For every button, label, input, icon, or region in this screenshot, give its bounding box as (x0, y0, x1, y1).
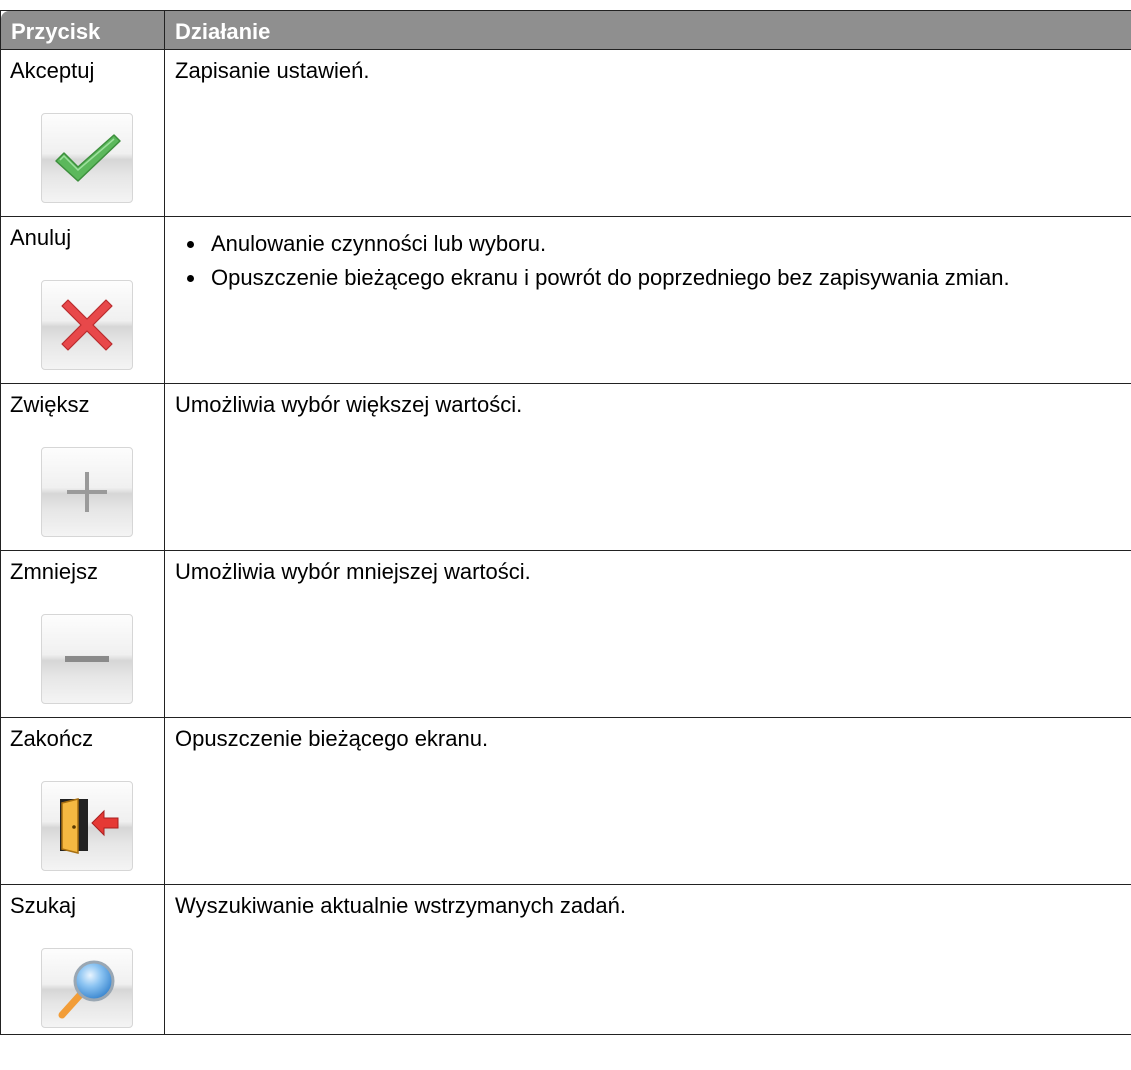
plus-icon (67, 472, 107, 512)
button-cell: Akceptuj (0, 49, 165, 217)
action-cell: Wyszukiwanie aktualnie wstrzymanych zada… (164, 884, 1131, 1035)
button-label: Akceptuj (10, 58, 95, 83)
cancel-x-icon (61, 299, 113, 351)
list-item: Opuszczenie bieżącego ekranu i powrót do… (183, 265, 1131, 291)
action-description: Zapisanie ustawień. (175, 58, 370, 83)
action-description: Umożliwia wybór mniejszej wartości. (175, 559, 531, 584)
table-row: Anuluj Anulowanie czynności lub wyboru. … (0, 216, 1131, 384)
table-row: Zakończ Opuszczenie bieżącego ekranu. (0, 717, 1131, 885)
button-label: Zakończ (10, 726, 94, 751)
table-row: Zmniejsz Umożliwia wybór mniejszej warto… (0, 550, 1131, 718)
action-description: Wyszukiwanie aktualnie wstrzymanych zada… (175, 893, 626, 918)
button-label: Zmniejsz (10, 559, 99, 584)
button-cell: Anuluj (0, 216, 165, 384)
button-label: Zwiększ (10, 392, 90, 417)
increase-button[interactable] (41, 447, 133, 537)
button-label: Anuluj (10, 225, 72, 250)
cancel-button[interactable] (41, 280, 133, 370)
minus-icon (65, 656, 109, 662)
table-row: Szukaj Wyszukiwanie aktualnie wstrzymany… (0, 884, 1131, 1035)
accept-button[interactable] (41, 113, 133, 203)
exit-door-icon (60, 798, 119, 854)
action-description: Opuszczenie bieżącego ekranu. (175, 726, 489, 751)
action-cell: Anulowanie czynności lub wyboru. Opuszcz… (164, 216, 1131, 384)
magnifier-icon (58, 960, 115, 1019)
button-cell: Zmniejsz (0, 550, 165, 718)
action-cell: Opuszczenie bieżącego ekranu. (164, 717, 1131, 885)
header-button: Przycisk (0, 10, 165, 50)
action-description: Umożliwia wybór większej wartości. (175, 392, 523, 417)
button-cell: Szukaj (0, 884, 165, 1035)
action-cell: Umożliwia wybór mniejszej wartości. (164, 550, 1131, 718)
action-bullet-list: Anulowanie czynności lub wyboru. Opuszcz… (175, 231, 1131, 291)
list-item: Anulowanie czynności lub wyboru. (183, 231, 1131, 257)
header-action: Działanie (164, 10, 1131, 50)
button-reference-table: Przycisk Działanie Akceptuj Zapisanie us… (0, 10, 1131, 1035)
exit-button[interactable] (41, 781, 133, 871)
search-button[interactable] (41, 948, 133, 1028)
table-header-row: Przycisk Działanie (0, 10, 1131, 50)
action-cell: Umożliwia wybór większej wartości. (164, 383, 1131, 551)
button-cell: Zakończ (0, 717, 165, 885)
table-row: Akceptuj Zapisanie ustawień. (0, 49, 1131, 217)
button-label: Szukaj (10, 893, 77, 918)
button-cell: Zwiększ (0, 383, 165, 551)
checkmark-icon (55, 134, 121, 182)
table-row: Zwiększ Umożliwia wybór większej wartośc… (0, 383, 1131, 551)
action-cell: Zapisanie ustawień. (164, 49, 1131, 217)
decrease-button[interactable] (41, 614, 133, 704)
